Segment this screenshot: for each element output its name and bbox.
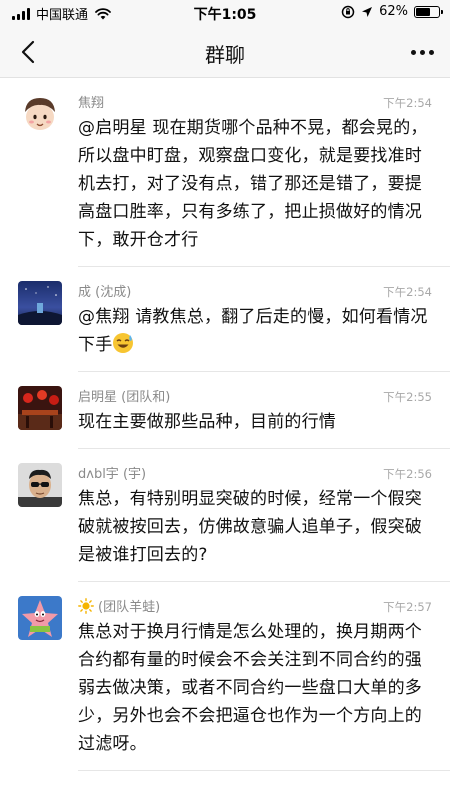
message-text: 焦总，有特别明显突破的时候，经常一个假突破就被按回去，仿佛故意骗人追单子，假突破… — [78, 489, 422, 565]
avatar[interactable] — [18, 463, 62, 507]
nav-bar: 群聊 — [0, 26, 450, 78]
more-dots-icon — [410, 49, 416, 55]
message-item: 焦翔 下午2:54 @启明星 现在期货哪个品种不晃，都会晃的，所以盘中盯盘，观察… — [0, 78, 450, 267]
avatar[interactable] — [18, 92, 62, 136]
message-text: 焦总对于换月行情是怎么处理的，换月期两个合约都有量的时候会不会关注到不同合约的强… — [78, 622, 422, 754]
message-body: (团队羊蛙) 下午2:57 焦总对于换月行情是怎么处理的，换月期两个合约都有量的… — [78, 596, 450, 771]
message-time: 下午2:54 — [383, 285, 432, 299]
message-body: 成 (沈成) 下午2:54 @焦翔 请教焦总，翻了后走的慢，如何看情况下手 — [78, 281, 450, 372]
red-lanterns-avatar-icon — [18, 386, 62, 430]
sun-emoji-icon — [78, 598, 94, 614]
battery-percent: 62% — [379, 4, 408, 19]
message-item: (团队羊蛙) 下午2:57 焦总对于换月行情是怎么处理的，换月期两个合约都有量的… — [0, 582, 450, 771]
message-header: dʌbl宇 (宇) 下午2:56 — [78, 463, 432, 483]
message-text: @焦翔 请教焦总，翻了后走的慢，如何看情况下手 — [78, 303, 432, 359]
location-arrow-icon — [362, 6, 373, 17]
message-list[interactable]: 焦翔 下午2:54 @启明星 现在期货哪个品种不晃，都会晃的，所以盘中盯盘，观察… — [0, 78, 450, 800]
message-time: 下午2:54 — [383, 96, 432, 110]
message-time: 下午2:57 — [383, 600, 432, 614]
avatar[interactable] — [18, 281, 62, 325]
status-bar: 中国联通 下午1:05 62% — [0, 0, 450, 26]
man-with-glasses-avatar-icon — [18, 463, 62, 507]
message-header: (团队羊蛙) 下午2:57 — [78, 596, 432, 616]
sweat-smile-emoji-icon — [113, 333, 134, 353]
message-time: 下午2:55 — [383, 390, 432, 404]
message-body: dʌbl宇 (宇) 下午2:56 焦总，有特别明显突破的时候，经常一个假突破就被… — [78, 463, 450, 582]
message-time: 下午2:56 — [383, 467, 432, 481]
status-right: 62% — [341, 4, 443, 19]
more-button[interactable] — [404, 36, 440, 68]
night-scene-avatar-icon — [18, 281, 62, 325]
avatar[interactable] — [18, 386, 62, 430]
sender-name[interactable]: 启明星 (团队和) — [78, 386, 170, 405]
sender-name[interactable]: 成 (沈成) — [78, 281, 131, 300]
message-text: @启明星 现在期货哪个品种不晃，都会晃的，所以盘中盯盘，观察盘口变化，就是要找准… — [78, 118, 428, 250]
battery-icon — [414, 5, 443, 18]
message-body: 启明星 (团队和) 下午2:55 现在主要做那些品种，目前的行情 — [78, 386, 450, 449]
message-header: 焦翔 下午2:54 — [78, 92, 432, 112]
avatar[interactable] — [18, 596, 62, 640]
message-body: 焦翔 下午2:54 @启明星 现在期货哪个品种不晃，都会晃的，所以盘中盯盘，观察… — [78, 92, 450, 267]
page-title: 群聊 — [205, 43, 245, 67]
message-item: dʌbl宇 (宇) 下午2:56 焦总，有特别明显突破的时候，经常一个假突破就被… — [0, 449, 450, 582]
cartoon-boy-avatar-icon — [18, 92, 62, 136]
message-item: 成 (沈成) 下午2:54 @焦翔 请教焦总，翻了后走的慢，如何看情况下手 — [0, 267, 450, 372]
patrick-star-avatar-icon — [18, 596, 62, 640]
orientation-lock-icon — [341, 5, 355, 18]
message-text: 现在主要做那些品种，目前的行情 — [78, 412, 336, 432]
sender-name[interactable]: 焦翔 — [78, 92, 104, 111]
sender-name[interactable]: (团队羊蛙) — [78, 596, 160, 615]
sender-name-text: (团队羊蛙) — [98, 600, 161, 615]
message-header: 成 (沈成) 下午2:54 — [78, 281, 432, 301]
sender-name[interactable]: dʌbl宇 (宇) — [78, 463, 146, 482]
message-header: 启明星 (团队和) 下午2:55 — [78, 386, 432, 406]
message-item: 启明星 (团队和) 下午2:55 现在主要做那些品种，目前的行情 — [0, 372, 450, 449]
